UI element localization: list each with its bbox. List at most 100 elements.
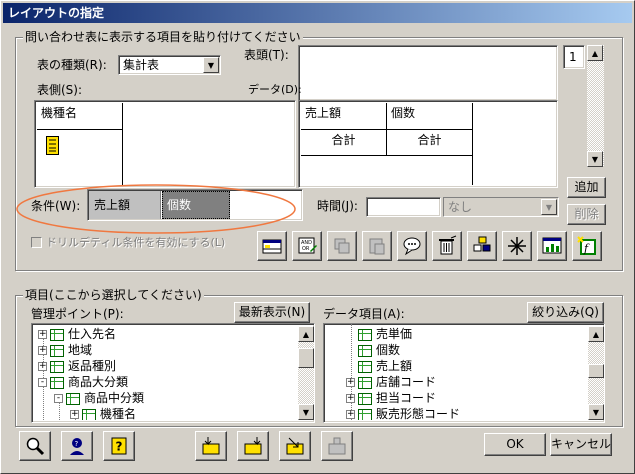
user-help-button[interactable]: ? [61,431,93,461]
table-icon [50,376,64,389]
time-input[interactable] [366,197,441,217]
data-total-sales: 合計 [301,130,387,156]
insert-condition-icon [328,437,346,455]
search-icon [26,437,45,456]
grid-view-button[interactable] [257,231,287,261]
scroll-down-icon[interactable]: ▼ [587,151,603,167]
tree-item[interactable]: + 担当コード [346,390,436,406]
paste-button[interactable] [362,231,392,261]
tree-item[interactable]: - 商品中分類 [54,390,144,406]
formula-icon: f [577,236,596,255]
expand-icon[interactable]: + [346,410,355,419]
data-column-sales[interactable]: 売上額 [301,103,387,130]
table-icon [358,376,372,389]
grid-view-icon [262,239,282,254]
data-area[interactable]: 売上額 個数 合計 合計 [298,100,558,188]
data-column-count[interactable]: 個数 [387,103,473,130]
insert-item-icon [202,437,220,455]
and-or-icon: ANDOR [298,237,317,254]
tree-item[interactable]: 売単価 [346,326,412,342]
level-selector-icon[interactable] [46,136,60,156]
side-label: 表側(S): [37,83,83,97]
table-icon [358,328,372,341]
tree-item[interactable]: 個数 [346,342,400,358]
scroll-thumb[interactable] [298,348,314,368]
page-scrollbar[interactable] [587,45,604,167]
tree-item[interactable]: + 機種名 [70,406,136,420]
expand-icon[interactable]: + [346,394,355,403]
and-or-button[interactable]: AND OR [292,231,322,261]
svg-text:?: ? [75,440,79,448]
header-label: 表頭(T): [244,48,289,62]
insert-data-icon [286,437,304,455]
data-items-tree[interactable]: 売単価 個数 売上額 + 店舗コード + 担当コード + 販売形態コード ▲ ▼ [323,323,605,423]
refresh-button[interactable]: 最新表示(N) [234,302,310,323]
header-area[interactable] [298,45,558,101]
add-button[interactable]: 追加 [567,177,606,198]
cancel-button[interactable]: キャンセル [550,433,612,456]
scroll-up-icon[interactable]: ▲ [298,326,314,342]
formula-button[interactable]: f [572,231,602,261]
collapse-icon[interactable]: - [54,394,63,403]
filter-button[interactable]: 絞り込み(Q) [527,302,604,323]
tree-item[interactable]: 売上額 [346,358,412,374]
data-tree-items: 売単価 個数 売上額 + 店舗コード + 担当コード + 販売形態コード [324,324,588,420]
svg-text:OR: OR [302,246,310,252]
expand-icon[interactable]: + [346,378,355,387]
tree-item-label: 売上額 [376,359,413,373]
trash-button[interactable] [432,231,462,261]
expand-icon[interactable]: + [70,410,79,419]
insert-header-icon [244,437,262,455]
help-button[interactable]: ? [103,431,135,461]
chevron-down-icon[interactable]: ▼ [541,199,557,215]
expand-icon[interactable]: + [38,330,47,339]
layout-dialog: レイアウトの指定 問い合わせ表に表示する項目を貼り付けてください 表の種類(R)… [0,0,635,474]
user-help-icon: ? [70,438,84,455]
table-type-label: 表の種類(R): [37,58,107,72]
scroll-thumb[interactable] [588,364,604,378]
table-type-value: 集計表 [123,58,160,72]
insert-item-button[interactable] [195,431,227,461]
expand-icon[interactable]: + [38,362,47,371]
search-button[interactable] [19,431,51,461]
scroll-down-icon[interactable]: ▼ [298,404,314,420]
table-icon [66,392,80,405]
tree-item[interactable]: + 地域 [38,342,92,358]
mgmt-tree[interactable]: + 仕入先名 + 地域 + 返品種別 - 商品大分類 - 商品中分類 + 機種名 ▲ ▼ [31,323,315,423]
side-area[interactable]: 機種名 [34,100,296,188]
tree-item[interactable]: + 販売形態コード [346,406,460,420]
copy-button[interactable] [327,231,357,261]
ok-button[interactable]: OK [484,433,546,456]
scroll-down-icon[interactable]: ▼ [588,404,604,420]
drilldetail-checkbox[interactable] [31,237,42,248]
page-number[interactable]: 1 [563,45,585,69]
insert-header-button[interactable] [237,431,269,461]
tree-item[interactable]: - 商品大分類 [38,374,128,390]
table-icon [358,408,372,420]
tree-item-label: 仕入先名 [68,327,117,341]
data-label: データ(D): [248,83,302,96]
expand-icon[interactable]: + [38,346,47,355]
insert-data-button[interactable] [279,431,311,461]
arrange-button[interactable] [467,231,497,261]
snowflake-button[interactable] [502,231,532,261]
scroll-up-icon[interactable]: ▲ [588,326,604,342]
delete-button[interactable]: 削除 [567,204,606,225]
collapse-icon[interactable]: - [38,378,47,387]
chevron-down-icon[interactable]: ▼ [203,57,219,73]
tree-item-label: 店舗コード [376,375,437,389]
table-type-select[interactable]: 集計表 ▼ [118,55,221,75]
tree-item-label: 返品種別 [68,359,117,373]
scroll-up-icon[interactable]: ▲ [587,45,603,61]
tree-item[interactable]: + 店舗コード [346,374,436,390]
time-range-select[interactable]: なし ▼ [443,197,559,217]
mgmt-label: 管理ポイント(P): [31,307,124,321]
tree-item[interactable]: + 仕入先名 [38,326,116,342]
side-item[interactable]: 機種名 [37,103,123,130]
chart-button[interactable] [537,231,567,261]
help-icon: ? [111,437,127,455]
speech-bubble-icon [403,237,421,256]
insert-condition-button[interactable] [321,431,353,461]
tree-item[interactable]: + 返品種別 [38,358,116,374]
comment-button[interactable] [397,231,427,261]
